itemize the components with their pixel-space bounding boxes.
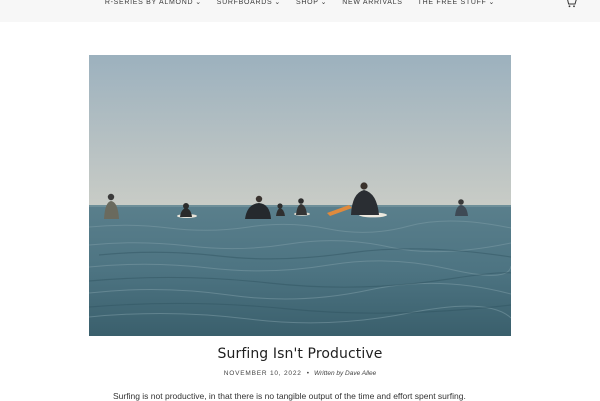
nav-item-label: THE FREE STUFF	[417, 0, 487, 6]
nav-item-surfboards[interactable]: SURFBOARDS ⌄	[217, 0, 281, 9]
nav-item-new-arrivals[interactable]: NEW ARRIVALS	[342, 0, 402, 9]
hero-image-surfers	[89, 55, 511, 336]
chevron-down-icon: ⌄	[195, 0, 202, 6]
nav-item-label: R-SERIES BY ALMOND	[104, 0, 194, 6]
article-date: NOVEMBER 10, 2022	[223, 370, 302, 377]
article-title: Surfing Isn't Productive	[217, 346, 383, 362]
top-navigation-bar: R-SERIES BY ALMOND ⌄ SURFBOARDS ⌄ SHOP ⌄…	[0, 0, 600, 22]
main-menu: R-SERIES BY ALMOND ⌄ SURFBOARDS ⌄ SHOP ⌄…	[0, 0, 600, 9]
nav-item-the-free-stuff[interactable]: THE FREE STUFF ⌄	[418, 0, 496, 9]
chevron-down-icon: ⌄	[274, 0, 281, 6]
article-meta: NOVEMBER 10, 2022 • Written by Dave Allee	[0, 370, 600, 377]
chevron-down-icon: ⌄	[320, 0, 328, 6]
nav-item-r-series[interactable]: R-SERIES BY ALMOND ⌄	[105, 0, 202, 9]
nav-item-shop[interactable]: SHOP ⌄	[296, 0, 327, 9]
meta-separator: •	[306, 370, 309, 377]
nav-item-label: SHOP	[295, 0, 319, 6]
article-author: Written by Dave Allee	[313, 370, 377, 377]
chevron-down-icon: ⌄	[488, 0, 496, 6]
sky	[89, 55, 511, 207]
cart-icon[interactable]	[565, 0, 577, 8]
nav-item-label: NEW ARRIVALS	[342, 0, 403, 6]
nav-item-label: SURFBOARDS	[216, 0, 273, 6]
